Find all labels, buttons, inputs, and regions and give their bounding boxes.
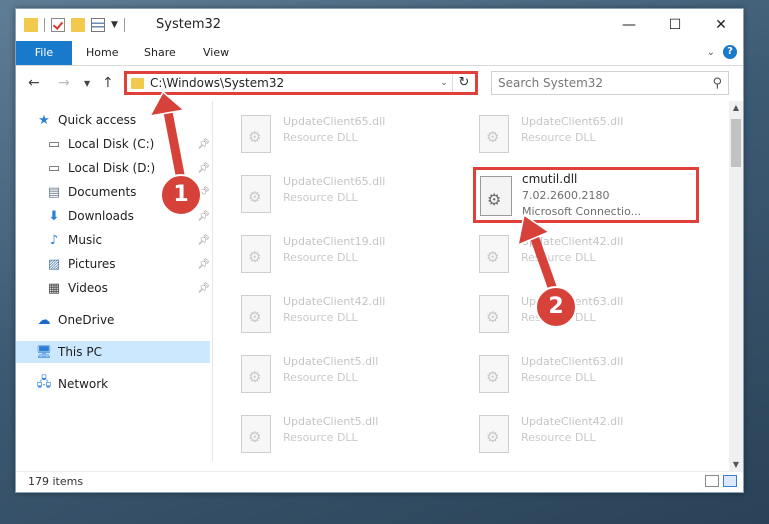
annotation-arrows	[148, 90, 561, 303]
step-badge-1: 1	[160, 174, 202, 216]
arrow-1	[148, 90, 187, 190]
step-badge-2: 2	[535, 286, 577, 328]
